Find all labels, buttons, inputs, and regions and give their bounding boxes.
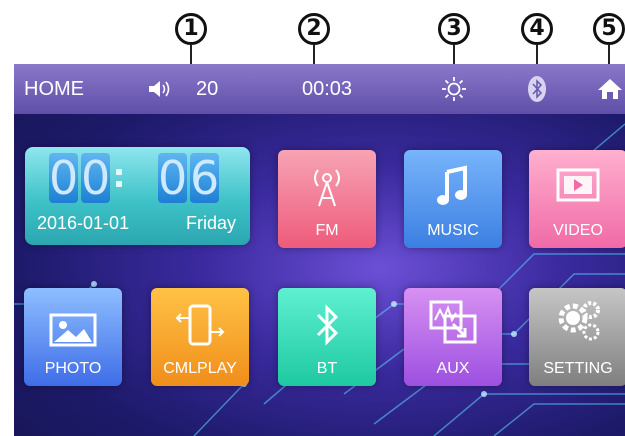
callout-3: 3 (438, 13, 470, 45)
setting-label: SETTING (543, 360, 613, 377)
home-icon[interactable] (597, 77, 623, 101)
head-unit-screen: HOME 20 00:03 0 0 0 6 2016-01-01 Friday … (14, 64, 625, 436)
bt-label: BT (316, 360, 338, 377)
clock-widget[interactable]: 0 0 0 6 2016-01-01 Friday (25, 147, 250, 245)
film-icon (556, 168, 600, 202)
clock-time: 00:03 (302, 78, 353, 100)
gears-icon (558, 301, 600, 341)
phone-mirror-icon (175, 304, 225, 346)
clock-date: 2016-01-01 (37, 213, 130, 233)
fm-tile[interactable]: FM (278, 150, 376, 248)
aux-label: AUX (436, 360, 470, 377)
cmlplay-label: CMLPLAY (163, 360, 237, 377)
cmlplay-tile[interactable]: CMLPLAY (151, 288, 249, 386)
bluetooth-icon (316, 304, 339, 346)
clock-hour-ones: 0 (81, 151, 111, 205)
video-label: VIDEO (553, 222, 603, 239)
home-title: HOME (24, 78, 84, 100)
music-tile[interactable]: MUSIC (404, 150, 502, 248)
setting-tile[interactable]: SETTING (529, 288, 625, 386)
sun-icon[interactable] (441, 76, 467, 102)
status-bar: HOME 20 00:03 (14, 64, 625, 114)
clock-minute-ones: 6 (190, 151, 220, 205)
callout-1: 1 (175, 13, 207, 45)
music-note-icon (437, 165, 467, 205)
aux-tile[interactable]: AUX (404, 288, 502, 386)
aux-icon (429, 300, 477, 344)
clock-weekday: Friday (185, 213, 236, 233)
video-tile[interactable]: VIDEO (529, 150, 625, 248)
callout-2: 2 (298, 13, 330, 45)
fm-label: FM (315, 222, 339, 239)
callout-4: 4 (521, 13, 553, 45)
volume-level: 20 (196, 78, 219, 100)
radio-tower-icon (314, 169, 340, 207)
bluetooth-icon[interactable] (527, 75, 547, 103)
photo-tile[interactable]: PHOTO (24, 288, 122, 386)
bt-tile[interactable]: BT (278, 288, 376, 386)
photo-label: PHOTO (44, 360, 102, 377)
clock-minute-tens: 0 (158, 151, 188, 205)
clock-hour-tens: 0 (49, 151, 79, 205)
music-label: MUSIC (427, 222, 479, 239)
callout-5: 5 (593, 13, 625, 45)
speaker-icon (149, 81, 170, 97)
clock-colon (116, 169, 122, 187)
picture-icon (49, 313, 97, 347)
